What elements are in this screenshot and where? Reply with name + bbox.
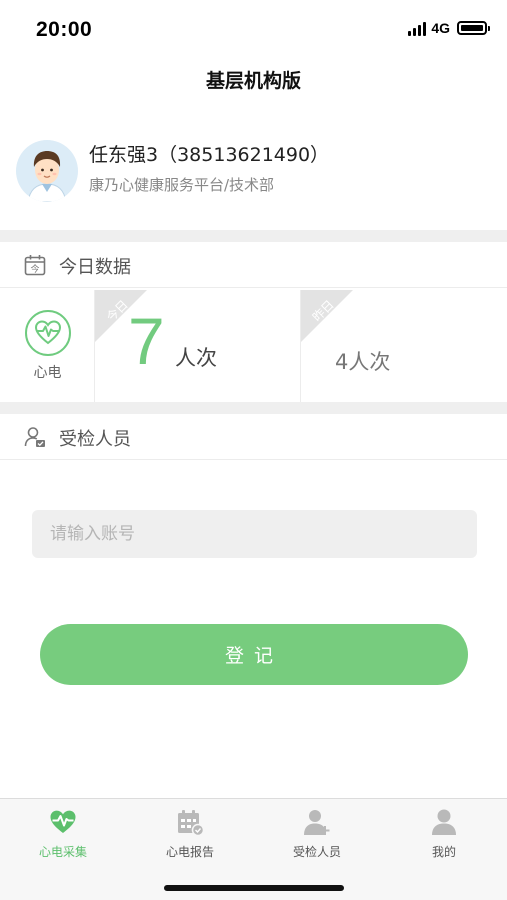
divider-band (0, 230, 507, 242)
today-data-header: 今 今日数据 (0, 242, 507, 288)
tab-examinees[interactable]: 受检人员 (254, 799, 380, 865)
tab-mine[interactable]: 我的 (381, 799, 507, 865)
battery-icon (457, 21, 490, 35)
profile-card[interactable]: 任东强3（38513621490） 康乃心健康服务平台/技术部 (0, 128, 507, 230)
svg-text:今: 今 (30, 263, 39, 275)
user-name: 任东强3（38513621490） (89, 144, 330, 166)
heart-pulse-icon (50, 810, 76, 833)
today-count: 7 (128, 304, 165, 378)
today-count-cell[interactable]: 今日 7 人次 (95, 290, 301, 402)
tab-label: 心电采集 (38, 845, 87, 859)
register-button[interactable]: 登记 (40, 624, 468, 685)
examinee-title: 受检人员 (59, 429, 131, 450)
status-bar: 20:00 4G (0, 0, 507, 60)
network-label: 4G (431, 20, 450, 36)
tab-ecg-report[interactable]: 心电报告 (127, 799, 253, 865)
page-title: 基层机构版 (205, 70, 301, 92)
today-data-title: 今日数据 (59, 257, 131, 278)
doctor-avatar-icon (16, 140, 78, 202)
today-unit: 人次 (175, 346, 217, 370)
divider-band (0, 402, 507, 414)
person-add-icon (304, 810, 330, 835)
user-organization: 康乃心健康服务平台/技术部 (89, 176, 275, 194)
avatar[interactable] (16, 140, 78, 202)
person-icon (432, 809, 456, 835)
tab-label: 受检人员 (292, 845, 341, 859)
ecg-type-cell[interactable]: 心电 (0, 290, 95, 402)
ecg-label: 心电 (33, 365, 62, 381)
person-check-icon (24, 427, 45, 447)
tab-ecg-collect[interactable]: 心电采集 (0, 799, 126, 865)
report-calendar-icon (178, 810, 204, 836)
ecg-heart-icon (25, 310, 71, 356)
signal-icon (408, 20, 427, 36)
tab-label: 我的 (431, 845, 456, 859)
calendar-today-icon: 今 (24, 255, 46, 276)
yesterday-count: 4人次 (335, 350, 391, 374)
tab-label: 心电报告 (165, 845, 214, 859)
home-indicator[interactable] (164, 885, 344, 891)
status-indicators: 4G (408, 20, 490, 36)
yesterday-ribbon: 昨日 (301, 290, 353, 342)
yesterday-count-cell[interactable]: 昨日 4人次 (301, 290, 507, 402)
account-input[interactable] (32, 510, 477, 558)
stats-row: 心电 今日 7 人次 昨日 4人次 (0, 290, 507, 402)
examinee-header: 受检人员 (0, 414, 507, 460)
status-time: 20:00 (36, 18, 93, 41)
tab-bar: 心电采集 心电报告 受检人员 我的 (0, 798, 507, 900)
